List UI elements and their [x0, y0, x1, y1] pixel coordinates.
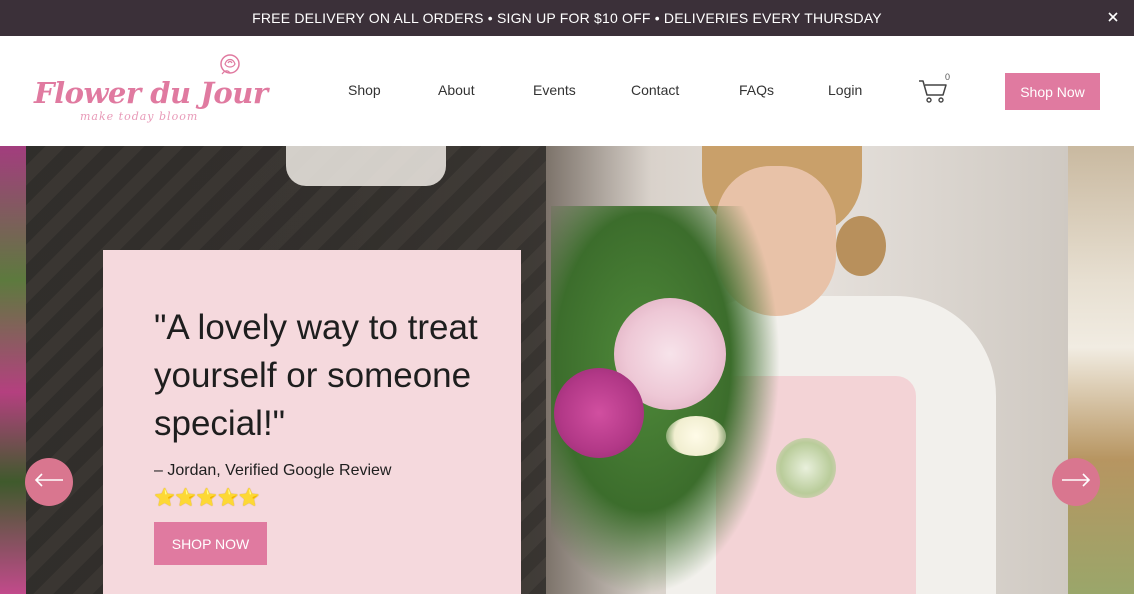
- arrow-left-icon: [34, 472, 64, 492]
- florist-hair-bun: [836, 216, 886, 276]
- site-header: Flower du Jour make today bloom Shop Abo…: [0, 36, 1134, 146]
- dahlia-magenta: [554, 368, 644, 458]
- cart-icon[interactable]: [918, 78, 948, 104]
- announcement-text: FREE DELIVERY ON ALL ORDERS • SIGN UP FO…: [252, 10, 882, 26]
- hero-side-image-left: [0, 146, 26, 594]
- testimonial-author: – Jordan, Verified Google Review: [154, 462, 392, 479]
- testimonial-quote: "A lovely way to treat yourself or someo…: [154, 308, 478, 443]
- arrow-right-icon: [1061, 472, 1091, 492]
- rose-icon: [216, 52, 246, 85]
- nav-login[interactable]: Login: [828, 82, 862, 98]
- nav-shop[interactable]: Shop: [348, 82, 381, 98]
- hero-side-image-right: [1068, 146, 1134, 594]
- main-nav: Shop About Events Contact FAQs Login: [0, 82, 1134, 102]
- cart-count: 0: [945, 72, 951, 82]
- star-rating: ⭐⭐⭐⭐⭐: [154, 488, 260, 507]
- nav-events[interactable]: Events: [533, 82, 576, 98]
- hero-banner: "A lovely way to treat yourself or someo…: [0, 146, 1134, 594]
- slider-prev-button[interactable]: [25, 458, 73, 506]
- logo-tagline: make today bloom: [80, 110, 199, 123]
- hero-shop-now-button[interactable]: SHOP NOW: [154, 522, 267, 565]
- shop-now-button[interactable]: Shop Now: [1005, 73, 1100, 110]
- close-icon[interactable]: [1106, 10, 1120, 24]
- nav-about[interactable]: About: [438, 82, 475, 98]
- nav-faqs[interactable]: FAQs: [739, 82, 774, 98]
- nav-contact[interactable]: Contact: [631, 82, 679, 98]
- testimonial-card: "A lovely way to treat yourself or someo…: [103, 250, 521, 594]
- background-lamp: [286, 146, 446, 186]
- announcement-bar: FREE DELIVERY ON ALL ORDERS • SIGN UP FO…: [0, 0, 1134, 36]
- slider-next-button[interactable]: [1052, 458, 1100, 506]
- queen-annes-lace: [776, 438, 836, 498]
- white-daisies: [666, 416, 726, 456]
